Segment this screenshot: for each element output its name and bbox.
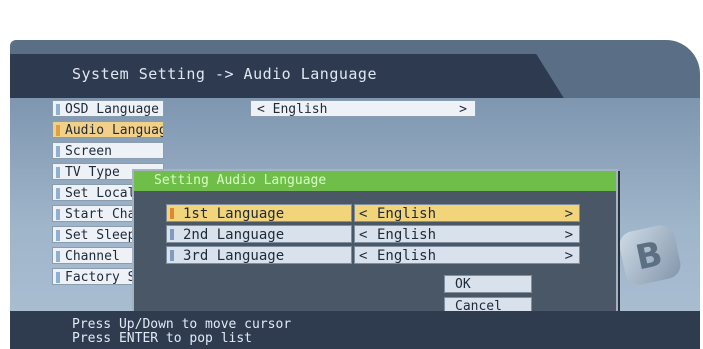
bullet-icon — [56, 146, 60, 157]
ok-button[interactable]: OK — [444, 275, 532, 293]
language-selector-3rd[interactable]: < English > — [354, 246, 580, 264]
arrow-right-icon: > — [564, 248, 573, 264]
bullet-icon — [56, 104, 60, 115]
menu-item-label: Screen — [65, 144, 112, 159]
dialog-title: Setting Audio Language — [134, 171, 616, 191]
bullet-icon — [170, 250, 174, 261]
menu-item-label: Audio Language — [65, 123, 164, 138]
logo-letter: B — [632, 233, 667, 279]
bullet-icon — [56, 209, 60, 220]
language-selector-1st[interactable]: < English > — [354, 204, 580, 222]
arrow-right-icon: > — [564, 206, 573, 222]
arrow-left-icon: < — [359, 206, 368, 222]
menu-item-label: TV Type — [65, 165, 120, 180]
osd-language-selector[interactable]: < English > — [250, 100, 476, 117]
bullet-icon — [56, 188, 60, 199]
arrow-left-icon: < — [359, 248, 368, 264]
bullet-icon — [56, 125, 60, 136]
bullet-icon — [56, 272, 60, 283]
help-line-1: Press Up/Down to move cursor — [72, 317, 292, 332]
menu-item-audio-language[interactable]: Audio Language — [52, 121, 164, 138]
row-label: 3rd Language — [166, 246, 352, 264]
arrow-right-icon: > — [459, 102, 467, 117]
row-label-text: 2nd Language — [183, 227, 285, 243]
page-title: System Setting -> Audio Language — [72, 65, 377, 83]
arrow-right-icon: > — [564, 227, 573, 243]
row-label: 1st Language — [166, 204, 352, 222]
bullet-icon — [56, 230, 60, 241]
language-value: English — [377, 227, 437, 243]
bullet-icon — [56, 167, 60, 178]
bullet-icon — [56, 251, 60, 262]
osd-language-value: English — [272, 102, 328, 117]
menu-item-label: Channel — [65, 249, 120, 264]
row-label: 2nd Language — [166, 225, 352, 243]
arrow-left-icon: < — [257, 102, 265, 117]
row-label-text: 1st Language — [183, 206, 285, 222]
arrow-left-icon: < — [359, 227, 368, 243]
language-value: English — [377, 206, 437, 222]
row-label-text: 3rd Language — [183, 248, 285, 264]
tv-screen: System Setting -> Audio Language OSD Lan… — [10, 40, 700, 349]
language-value: English — [377, 248, 437, 264]
bullet-icon — [170, 208, 174, 219]
language-selector-2nd[interactable]: < English > — [354, 225, 580, 243]
menu-item-label: OSD Language — [65, 102, 159, 117]
bullet-icon — [170, 229, 174, 240]
menu-item-screen[interactable]: Screen — [52, 142, 164, 159]
menu-item-osd-language[interactable]: OSD Language — [52, 100, 164, 117]
help-line-2: Press ENTER to pop list — [72, 331, 253, 346]
